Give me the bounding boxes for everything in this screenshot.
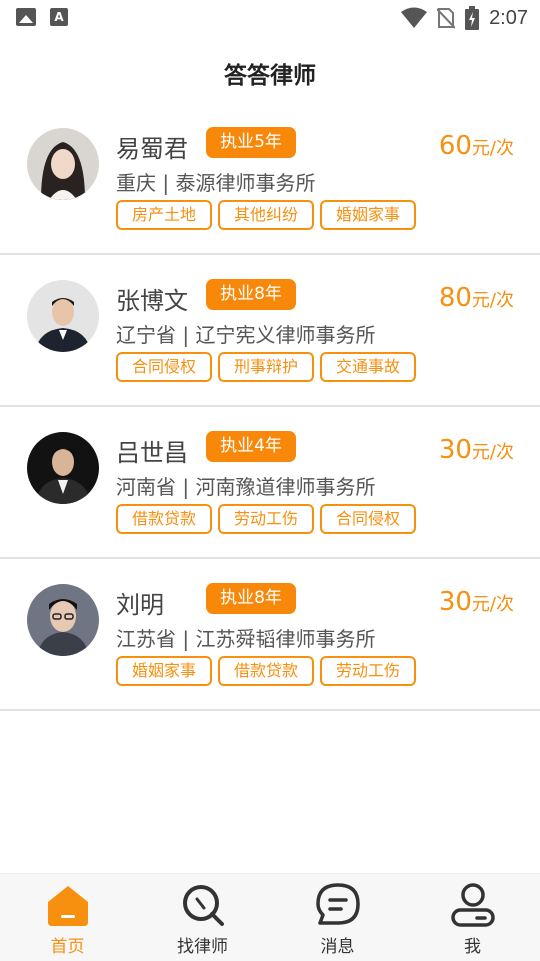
lawyer-firm: 重庆 | 泰源律师事务所 [116, 171, 316, 195]
specialty-tag: 刑事辩护 [218, 352, 314, 382]
wifi-icon [401, 7, 428, 28]
avatar [27, 280, 99, 352]
lawyer-firm: 河南省 | 河南豫道律师事务所 [116, 475, 376, 499]
price-value: 30 [438, 435, 472, 465]
specialty-tag: 劳动工伤 [320, 656, 416, 686]
battery-icon [465, 6, 480, 30]
specialty-tag: 借款贷款 [116, 504, 212, 534]
lawyer-firm: 江苏省 | 江苏舜韬律师事务所 [116, 627, 376, 651]
image-icon [16, 8, 36, 26]
specialty-tag: 借款贷款 [218, 656, 314, 686]
page-title: 答答律师 [224, 63, 316, 89]
specialty-tags: 借款贷款 劳动工伤 合同侵权 [116, 504, 416, 534]
no-sim-icon [437, 8, 456, 29]
nav-label-find-lawyer: 找律师 [177, 937, 228, 957]
consult-price: 30元/次 [439, 435, 514, 465]
experience-badge: 执业5年 [206, 127, 296, 158]
consult-price: 30元/次 [439, 587, 514, 617]
message-icon [315, 883, 360, 925]
price-value: 60 [438, 131, 472, 161]
specialty-tag: 劳动工伤 [218, 504, 314, 534]
lawyer-name: 易蜀君 [116, 135, 188, 163]
status-time: 2:07 [489, 6, 528, 29]
specialty-tag: 婚姻家事 [116, 656, 212, 686]
nav-item-profile[interactable]: 我 [405, 874, 540, 961]
home-icon [47, 886, 88, 926]
price-unit: 元/次 [471, 594, 514, 615]
price-unit: 元/次 [471, 138, 514, 159]
experience-badge: 执业4年 [206, 431, 296, 462]
lawyer-card[interactable]: 易蜀君 执业5年 60元/次 重庆 | 泰源律师事务所 房产土地 其他纠纷 婚姻… [0, 103, 540, 255]
profile-icon [450, 883, 495, 927]
specialty-tag: 婚姻家事 [320, 200, 416, 230]
specialty-tags: 婚姻家事 借款贷款 劳动工伤 [116, 656, 416, 686]
experience-badge: 执业8年 [206, 583, 296, 614]
nav-item-find-lawyer[interactable]: 找律师 [135, 874, 270, 961]
lawyer-name: 张博文 [116, 287, 188, 315]
lawyer-name: 刘明 [116, 591, 164, 619]
nav-label-home: 首页 [50, 937, 85, 957]
lawyer-card[interactable]: 刘明 执业8年 30元/次 江苏省 | 江苏舜韬律师事务所 婚姻家事 借款贷款 … [0, 559, 540, 711]
search-icon [182, 885, 224, 926]
nav-label-messages: 消息 [320, 937, 355, 957]
lawyer-card[interactable]: 张博文 执业8年 80元/次 辽宁省 | 辽宁宪义律师事务所 合同侵权 刑事辩护… [0, 255, 540, 407]
specialty-tag: 合同侵权 [320, 504, 416, 534]
price-value: 80 [438, 283, 472, 313]
specialty-tag: 交通事故 [320, 352, 416, 382]
bottom-nav: 首页 找律师 消息 我 [0, 873, 540, 961]
price-unit: 元/次 [471, 442, 514, 463]
specialty-tags: 合同侵权 刑事辩护 交通事故 [116, 352, 416, 382]
price-value: 30 [438, 587, 472, 617]
avatar [27, 128, 99, 200]
avatar [27, 432, 99, 504]
specialty-tag: 合同侵权 [116, 352, 212, 382]
lawyer-firm: 辽宁省 | 辽宁宪义律师事务所 [116, 323, 376, 347]
consult-price: 80元/次 [439, 283, 514, 313]
consult-price: 60元/次 [439, 131, 514, 161]
nav-item-messages[interactable]: 消息 [270, 874, 405, 961]
nav-item-home[interactable]: 首页 [0, 874, 135, 961]
specialty-tag: 其他纠纷 [218, 200, 314, 230]
status-bar: A 2:07 [0, 0, 540, 36]
lawyer-name: 吕世昌 [116, 439, 188, 467]
specialty-tag: 房产土地 [116, 200, 212, 230]
nav-label-profile: 我 [464, 937, 481, 957]
text-a-icon: A [50, 8, 68, 26]
specialty-tags: 房产土地 其他纠纷 婚姻家事 [116, 200, 416, 230]
lawyer-card[interactable]: 吕世昌 执业4年 30元/次 河南省 | 河南豫道律师事务所 借款贷款 劳动工伤… [0, 407, 540, 559]
experience-badge: 执业8年 [206, 279, 296, 310]
lawyer-list: 易蜀君 执业5年 60元/次 重庆 | 泰源律师事务所 房产土地 其他纠纷 婚姻… [0, 103, 540, 711]
price-unit: 元/次 [471, 290, 514, 311]
avatar [27, 584, 99, 656]
